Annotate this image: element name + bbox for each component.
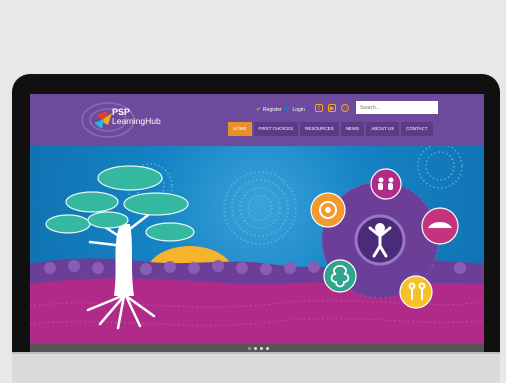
hero-illustration — [30, 146, 484, 344]
user-icon: 👤 — [283, 107, 291, 113]
slider-dot-3[interactable] — [260, 346, 263, 350]
logo-line2: LearningHub — [112, 116, 161, 126]
slider-dot-1[interactable] — [248, 346, 251, 350]
nav-news[interactable]: NEWS — [340, 122, 365, 136]
nav-about-us[interactable]: ABOUT US — [366, 122, 400, 136]
slider-dot-4[interactable] — [266, 346, 269, 350]
register-link[interactable]: ✔ Register — [256, 106, 282, 114]
site-logo[interactable]: PSP LearningHub — [112, 108, 161, 126]
instagram-icon[interactable]: ○ — [341, 104, 349, 112]
main-nav: HOME FIRST CHOICES RESOURCES NEWS ABOUT … — [228, 122, 435, 136]
laptop-base — [12, 352, 500, 383]
hero-banner — [30, 146, 484, 344]
laptop-screen: PSP LearningHub ✔ Register 👤 Login f ▶ ○… — [30, 94, 484, 352]
check-icon: ✔ — [256, 107, 262, 113]
facebook-icon[interactable]: f — [315, 104, 323, 112]
nav-resources[interactable]: RESOURCES — [300, 122, 339, 136]
login-link[interactable]: 👤 Login — [283, 106, 305, 114]
nav-contact[interactable]: CONTACT — [401, 122, 433, 136]
site-header: PSP LearningHub ✔ Register 👤 Login f ▶ ○… — [30, 94, 484, 146]
nav-first-choices[interactable]: FIRST CHOICES — [253, 122, 299, 136]
youtube-icon[interactable]: ▶ — [328, 104, 336, 112]
nav-home[interactable]: HOME — [228, 122, 252, 136]
login-label: Login — [292, 106, 305, 113]
register-label: Register — [263, 106, 282, 113]
search-input[interactable] — [356, 101, 438, 114]
slider-dot-2[interactable] — [254, 346, 257, 350]
slider-pagination — [30, 344, 484, 352]
